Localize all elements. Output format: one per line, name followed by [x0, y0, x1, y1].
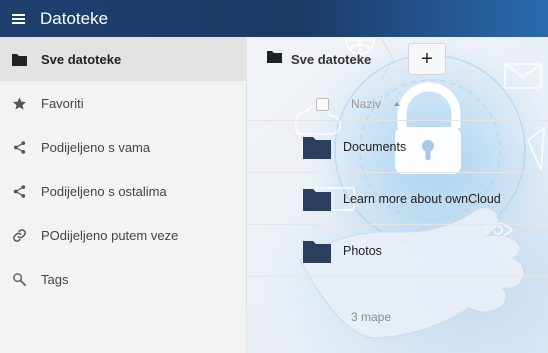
sidebar-item-label: POdijeljeno putem veze — [41, 227, 179, 243]
file-name[interactable]: Photos — [343, 244, 382, 258]
sidebar: Sve datoteke Favoriti Podijeljeno s vama… — [0, 37, 247, 353]
table-row[interactable]: Learn more about ownCloud — [248, 174, 548, 225]
sidebar-item-label: Podijeljeno s ostalima — [41, 183, 167, 199]
share-icon — [12, 140, 27, 155]
file-list-area: Sve datoteke + Naziv Documents Learn mor… — [248, 37, 548, 353]
sidebar-item-label: Sve datoteke — [41, 51, 122, 67]
table-header: Naziv — [248, 87, 548, 121]
column-header-name[interactable]: Naziv — [351, 97, 381, 111]
breadcrumb: Sve datoteke + — [248, 37, 548, 81]
sidebar-item-label: Favoriti — [41, 95, 84, 111]
folder-icon — [12, 52, 27, 67]
hamburger-icon[interactable] — [0, 0, 37, 37]
share-icon — [12, 184, 27, 199]
file-name[interactable]: Documents — [343, 140, 406, 154]
sidebar-item-shared-by-link[interactable]: POdijeljeno putem veze — [0, 213, 246, 257]
folder-icon — [303, 241, 331, 263]
add-button[interactable]: + — [408, 43, 446, 75]
sidebar-item-tags[interactable]: Tags — [0, 257, 246, 301]
folder-icon — [303, 137, 331, 159]
sidebar-item-label: Tags — [41, 271, 69, 287]
app-header: Datoteke — [0, 0, 548, 37]
select-all-checkbox[interactable] — [316, 98, 329, 111]
breadcrumb-separator — [381, 39, 394, 79]
search-icon — [12, 272, 27, 287]
file-name[interactable]: Learn more about ownCloud — [343, 192, 501, 206]
sidebar-item-all-files[interactable]: Sve datoteke — [0, 37, 246, 81]
sidebar-item-label: Podijeljeno s vama — [41, 139, 151, 155]
folder-count-summary: 3 mape — [351, 310, 392, 324]
app-title: Datoteke — [40, 8, 109, 28]
folder-icon — [303, 189, 331, 211]
breadcrumb-item-all-files[interactable]: Sve datoteke — [291, 52, 371, 67]
sort-ascending-icon — [394, 102, 400, 106]
folder-icon — [267, 50, 282, 68]
sidebar-item-shared-with-you[interactable]: Podijeljeno s vama — [0, 125, 246, 169]
link-icon — [12, 228, 27, 243]
sidebar-item-favorites[interactable]: Favoriti — [0, 81, 246, 125]
sidebar-item-shared-with-others[interactable]: Podijeljeno s ostalima — [0, 169, 246, 213]
table-row[interactable]: Photos — [248, 226, 548, 277]
star-icon — [12, 96, 27, 111]
table-row[interactable]: Documents — [248, 122, 548, 173]
